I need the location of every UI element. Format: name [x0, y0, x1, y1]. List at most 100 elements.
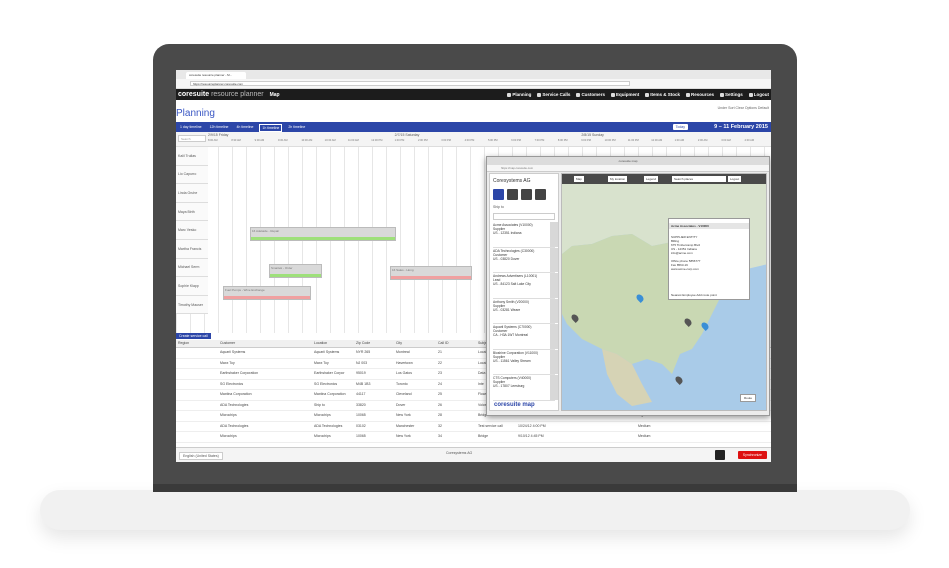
customer-list-item[interactable]: Anthony Smith (V20000) Supplier US - 032… [493, 298, 558, 324]
supplier-icon[interactable] [507, 189, 518, 200]
nav-equipment[interactable]: Equipment [610, 91, 640, 98]
map-popup-window[interactable]: coresuite map https://map.coresuite.com … [486, 156, 770, 416]
customer-list-item[interactable]: CTS Computers (V40000) Supplier US - 178… [493, 375, 558, 401]
tab-2h[interactable]: 2h timeline [286, 124, 307, 132]
info-actions[interactable]: Nearest Employee Add route point [671, 293, 717, 297]
list-item-handle[interactable] [550, 247, 558, 272]
table-cell: Medium [638, 423, 651, 428]
table-cell [596, 422, 636, 432]
table-cell: Maxx Toy [314, 360, 329, 365]
list-item-handle[interactable] [550, 222, 558, 247]
resource-row[interactable]: Sophie Klapp [176, 277, 208, 296]
nav-service-calls[interactable]: Service Calls [537, 91, 570, 98]
map-type-select[interactable]: Map [574, 176, 584, 182]
nav-items-stock[interactable]: Items & Stock [645, 91, 680, 98]
table-row[interactable]: Microchips Microchips 10065 New York 34 Bridg… [176, 432, 771, 443]
tools-icon[interactable] [521, 189, 532, 200]
nav-logout[interactable]: Logout [748, 91, 769, 98]
brand-map-link[interactable]: Map [270, 92, 280, 98]
table-row[interactable]: ADA Technologies ADA Technologies 03102 Man… [176, 422, 771, 432]
planning-options[interactable]: Under Sort Clear Options Default [718, 106, 769, 110]
customer-icon[interactable] [493, 189, 504, 200]
column-header[interactable]: Zip Code [354, 340, 394, 347]
list-item-handle[interactable] [550, 273, 558, 298]
search-places-input[interactable]: Search places [672, 176, 726, 182]
company-title: Coresystems AG [493, 178, 531, 184]
resource-search-input[interactable]: Search [178, 135, 206, 142]
create-service-call-button[interactable]: Create service call [176, 333, 211, 339]
tab-1day[interactable]: 1 day timeline [178, 124, 204, 132]
customer-list-item[interactable]: Aquarii Systems (C70000) Customer CA - H… [493, 324, 558, 350]
status-strip [270, 274, 321, 277]
assignment-bar[interactable]: Fuel Pumps - Wine Exchange [223, 286, 311, 300]
table-cell: Medium [638, 434, 651, 438]
nav-customers[interactable]: Customers [576, 91, 605, 98]
resource-row[interactable]: Marc Vesko [176, 221, 208, 240]
column-header[interactable]: Region [176, 340, 218, 347]
resource-row[interactable]: Martha Francis [176, 240, 208, 259]
list-item-handle[interactable] [550, 349, 558, 374]
customer-list-item[interactable]: Acme Associates (V10000) Supplier US - 1… [493, 222, 558, 248]
customer-search-input[interactable] [493, 213, 555, 220]
list-item-handle[interactable] [550, 375, 558, 400]
assignment-bar[interactable]: Smartek - Order [269, 264, 322, 278]
assignment-bar[interactable]: 16 Sales - Hong [390, 266, 472, 280]
table-cell [556, 432, 596, 442]
top-navigation: Planning Service Calls Customers Equipme… [507, 91, 769, 98]
synchronize-button[interactable]: Synchronize [737, 451, 767, 459]
coresuite-map-logo: coresuite map [494, 402, 535, 408]
resource-row[interactable]: Michael Serm [176, 258, 208, 278]
table-cell: 21 [438, 350, 442, 354]
tab-12h[interactable]: 12h timeline [208, 124, 231, 132]
map-view[interactable]: Map My location Legend Search places Log… [561, 173, 767, 411]
table-cell: Earthshaker Corpor [314, 371, 345, 375]
column-header[interactable]: Call ID [436, 340, 476, 347]
url-field[interactable]: https://resourceplanner.coresuite.com [190, 81, 630, 86]
table-cell: Montreal [396, 350, 410, 354]
popup-url: https://map.coresuite.com [487, 165, 769, 172]
resource-row[interactable]: Timothy Mauser [176, 295, 208, 315]
customer-list-item[interactable]: ADA Technologies (C30000) Customer US - … [493, 247, 558, 273]
language-select[interactable]: English (United States) [179, 452, 223, 460]
table-cell [176, 369, 218, 379]
customer-list-item[interactable]: Andrews Advertisers (L10001) Lead US - 8… [493, 273, 558, 299]
table-cell: 33820 [356, 402, 366, 407]
settings-icon[interactable] [535, 189, 546, 200]
nav-planning[interactable]: Planning [507, 91, 531, 98]
column-header[interactable]: Customer [218, 340, 312, 347]
timeline-tabs: 1 day timeline 12h timeline 4h timeline … [178, 124, 307, 132]
map-logout-button[interactable]: Logout [728, 176, 742, 182]
route-button[interactable]: Route [739, 394, 756, 402]
resource-row[interactable]: Lio Capurro [176, 165, 208, 185]
calendar-icon [507, 92, 512, 97]
nav-label: Service Calls [542, 92, 571, 97]
customer-list-item[interactable]: Bioshine Corporation (V11000) Supplier U… [493, 349, 558, 375]
table-cell: Microchips [220, 413, 237, 417]
tab-1h[interactable]: 1h timeline [259, 124, 283, 132]
customer-info-popup[interactable]: Acme Associates - V10000 SUPPLIER ENTITY… [668, 218, 750, 300]
legend-button[interactable]: Legend [644, 176, 659, 182]
list-item-handle[interactable] [550, 298, 558, 323]
today-button[interactable]: Today [672, 124, 688, 130]
box-icon [645, 92, 650, 97]
assignment-bar[interactable]: 16 Adelaide - Repair [250, 227, 396, 241]
footer-bar: English (United States) Coresystems AG S… [176, 447, 771, 462]
resource-row[interactable]: Kalil Trullas [176, 147, 208, 166]
resource-row[interactable]: Linda Gruhe [176, 184, 208, 203]
my-location-button[interactable]: My location [608, 176, 628, 182]
app-logo[interactable]: coresuite resource planner Map [178, 90, 280, 100]
resource-row[interactable]: Maya Birth [176, 202, 208, 222]
timeline-toolbar: 1 day timeline 12h timeline 4h timeline … [176, 122, 771, 132]
browser-tab[interactable]: coresuite resource planner - M... [186, 72, 246, 79]
list-item-handle[interactable] [550, 324, 558, 349]
hour-label: 4:00 PM [464, 139, 475, 142]
nav-label: Equipment [615, 92, 640, 97]
tab-4h[interactable]: 4h timeline [234, 124, 255, 132]
nav-resources[interactable]: Resources [685, 91, 714, 98]
table-cell: Maxx Toy [220, 360, 235, 365]
nav-settings[interactable]: Settings [719, 91, 743, 98]
ship-to-select[interactable]: Ship to [490, 201, 558, 211]
table-cell: Microchips [314, 434, 331, 438]
column-header[interactable]: Location [312, 340, 354, 347]
column-header[interactable]: City [394, 340, 436, 347]
